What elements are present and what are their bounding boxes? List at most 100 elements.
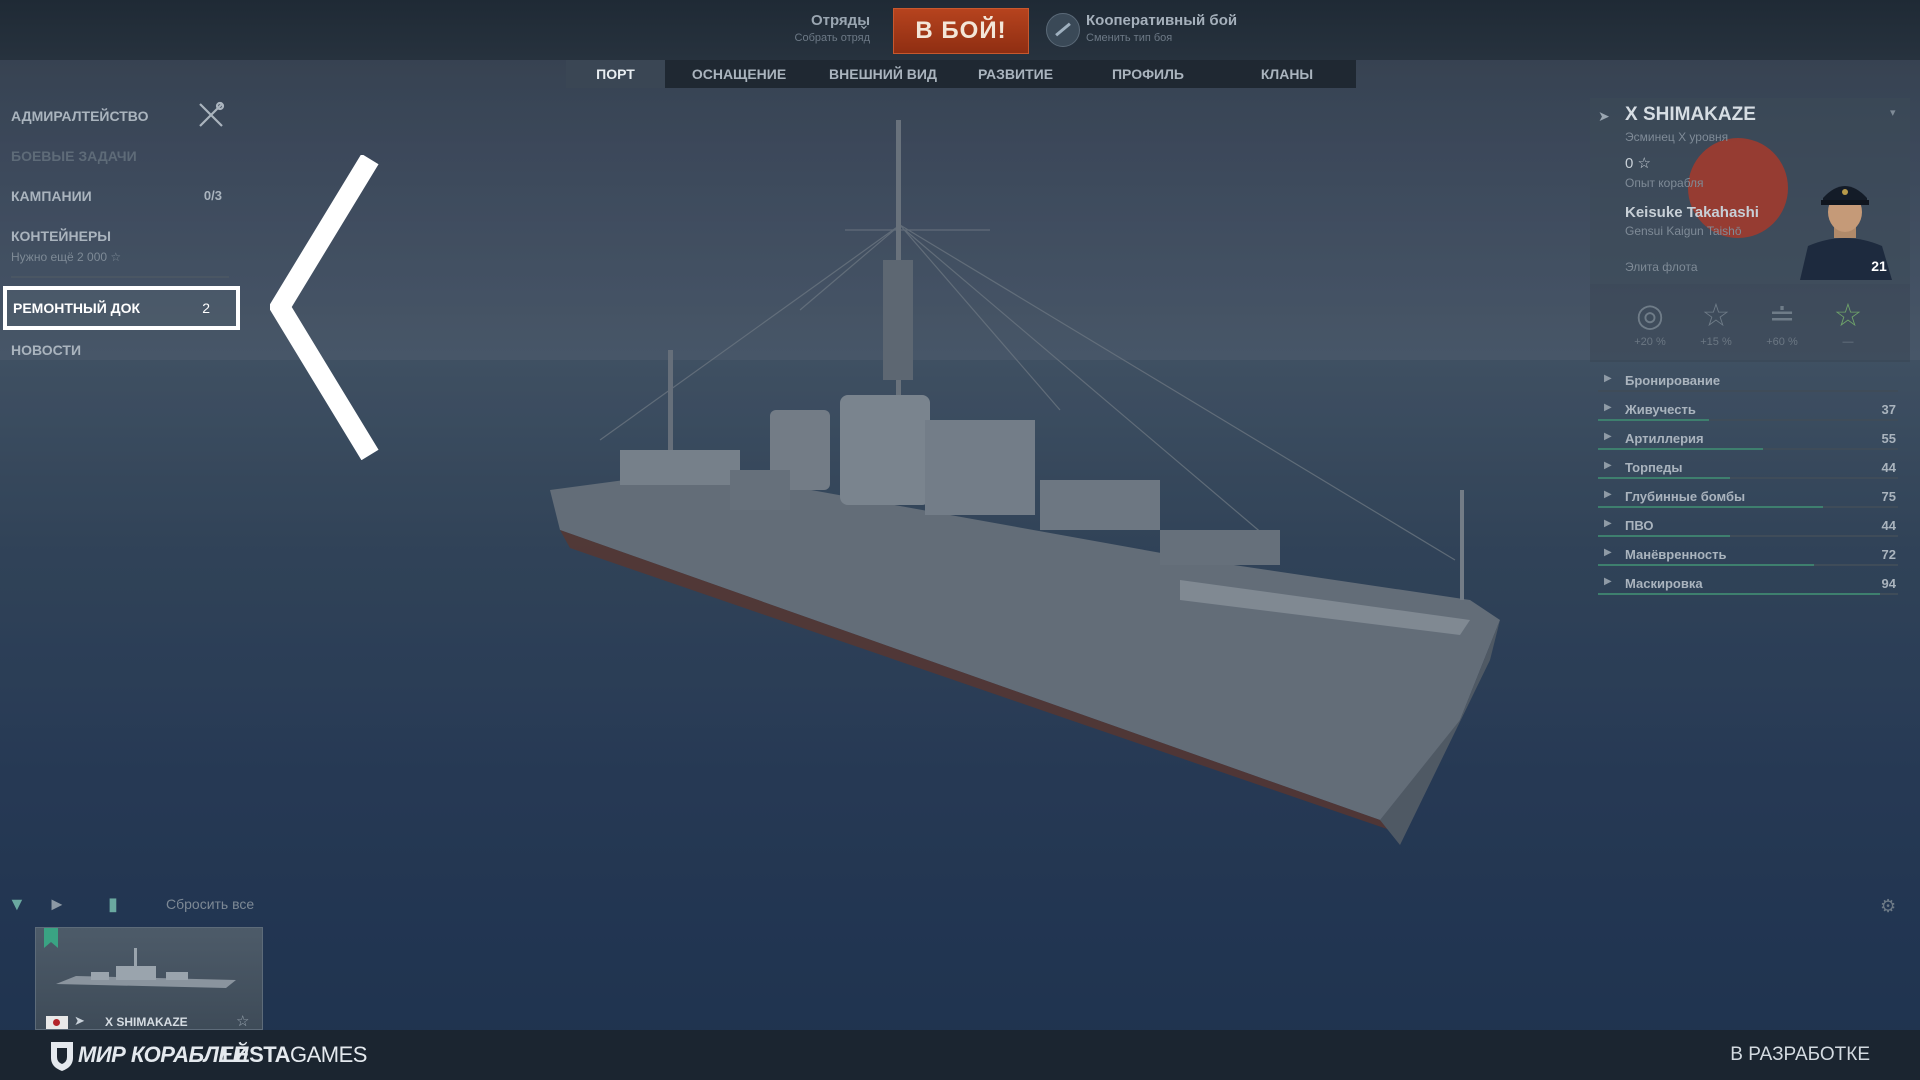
menu-combat-missions[interactable]: БОЕВЫЕ ЗАДАЧИ xyxy=(0,136,240,176)
reset-all-button[interactable]: Сбросить все xyxy=(166,896,254,912)
stat-bar xyxy=(1598,477,1898,479)
menu-repair-dock[interactable]: РЕМОНТНЫЙ ДОК 2 xyxy=(3,286,240,330)
expand-arrow-icon: ▶ xyxy=(1604,402,1612,413)
stat-row[interactable]: ▶ Маскировка 94 xyxy=(1590,569,1910,598)
credits-icon: ◎ xyxy=(1636,297,1664,333)
bonus-free-xp[interactable]: ☆ — xyxy=(1818,298,1878,348)
tab-port[interactable]: ПОРТ xyxy=(566,60,665,88)
stat-name: Живучесть xyxy=(1625,402,1696,417)
battle-type-subtitle: Сменить тип боя xyxy=(1086,32,1173,44)
gear-icon[interactable]: ⚙ xyxy=(1880,896,1896,917)
destroyer-class-icon: ➤ xyxy=(74,1013,85,1028)
expand-arrow-icon: ▶ xyxy=(1604,431,1612,442)
campaigns-count: 0/3 xyxy=(203,188,222,203)
shield-logo-icon xyxy=(51,1042,73,1071)
battle-type-icon[interactable] xyxy=(1046,13,1080,47)
stat-name: Глубинные бомбы xyxy=(1625,489,1746,504)
menu-repair-dock-label: РЕМОНТНЫЙ ДОК xyxy=(13,300,141,316)
stat-bar xyxy=(1598,593,1898,595)
tab-equipment[interactable]: ОСНАЩЕНИЕ xyxy=(665,60,813,88)
bonus-credits[interactable]: ◎ +20 % xyxy=(1620,298,1680,348)
menu-news[interactable]: НОВОСТИ xyxy=(11,330,81,370)
stat-row[interactable]: ▶ ПВО 44 xyxy=(1590,511,1910,540)
stat-bar-fill xyxy=(1598,564,1814,566)
stat-row[interactable]: ▶ Артиллерия 55 xyxy=(1590,424,1910,453)
stat-name: ПВО xyxy=(1625,518,1654,533)
commander-rank: Gensui Kaigun Taishō xyxy=(1625,224,1742,238)
stat-value: 75 xyxy=(1881,489,1896,504)
chevron-left-icon xyxy=(270,155,379,460)
squads-title: Отряды xyxy=(810,12,870,29)
tab-appearance[interactable]: ВНЕШНИЙ ВИД xyxy=(813,60,953,88)
menu-containers[interactable]: КОНТЕЙНЕРЫ Нужно ещё 2 000 ☆ xyxy=(0,216,240,280)
bonus-free-xp-value: — xyxy=(1842,336,1854,348)
menu-campaigns[interactable]: КАМПАНИИ 0/3 xyxy=(0,176,240,216)
destroyer-class-icon: ➤ xyxy=(1598,108,1610,124)
tab-profile[interactable]: ПРОФИЛЬ xyxy=(1078,60,1218,88)
ship-xp-label: Опыт корабля xyxy=(1625,176,1704,190)
menu-admiralty-label: АДМИРАЛТЕЙСТВО xyxy=(11,108,149,124)
japan-flag-icon xyxy=(46,1016,68,1029)
collapse-icon[interactable]: ▾ xyxy=(1890,106,1896,119)
stat-bar xyxy=(1598,419,1898,421)
stat-row[interactable]: ▶ Глубинные бомбы 75 xyxy=(1590,482,1910,511)
stat-row[interactable]: ▶ Живучесть 37 xyxy=(1590,395,1910,424)
battle-button[interactable]: В БОЙ! xyxy=(893,8,1029,54)
bookmark-filter-icon[interactable]: ▮ xyxy=(108,894,118,915)
stat-row[interactable]: ▶ Торпеды 44 xyxy=(1590,453,1910,482)
filter-icon[interactable]: ▼ xyxy=(8,894,26,915)
tab-clans[interactable]: КЛАНЫ xyxy=(1218,60,1356,88)
star-icon: ☆ xyxy=(236,1013,250,1030)
stat-bar xyxy=(1598,506,1898,508)
stat-bar-fill xyxy=(1598,419,1709,421)
publisher-logo-part2: GAMES xyxy=(289,1042,367,1067)
stat-name: Манёвренность xyxy=(1625,547,1727,562)
bonus-xp[interactable]: ☆ +15 % xyxy=(1686,298,1746,348)
carousel-filters: ▼ ► ▮ Сбросить все xyxy=(0,892,320,918)
containers-progress-text: Нужно ещё 2 000 ☆ xyxy=(11,250,122,264)
stat-value: 44 xyxy=(1881,460,1896,475)
commander-name[interactable]: Keisuke Takahashi xyxy=(1625,204,1759,221)
stat-bar-fill xyxy=(1598,448,1763,450)
stat-value: 44 xyxy=(1881,518,1896,533)
expand-arrow-icon: ▶ xyxy=(1604,373,1612,384)
expand-arrow-icon: ▶ xyxy=(1604,460,1612,471)
menu-campaigns-label: КАМПАНИИ xyxy=(11,188,92,204)
commander-xp-icon: ≐ xyxy=(1768,297,1796,333)
stat-bar-fill xyxy=(1598,593,1880,595)
squads-subtitle: Собрать отряд xyxy=(794,32,870,44)
ship-card[interactable]: ➤ X SHIMAKAZE ☆ xyxy=(35,927,263,1030)
stat-value: 37 xyxy=(1881,402,1896,417)
stat-row[interactable]: ▶ Бронирование xyxy=(1590,366,1910,395)
bonus-commander-xp[interactable]: ≐ +60 % xyxy=(1752,298,1812,348)
stat-row[interactable]: ▶ Манёвренность 72 xyxy=(1590,540,1910,569)
ship-xp: 0 ☆ xyxy=(1625,155,1651,172)
expand-arrow-icon: ▶ xyxy=(1604,489,1612,500)
elite-label: Элита флота xyxy=(1625,260,1698,274)
battle-type-selector[interactable]: Кооперативный бой Сменить тип боя xyxy=(1086,12,1237,44)
publisher-logo: LESTAGAMES xyxy=(222,1042,367,1068)
expand-arrow-icon: ▶ xyxy=(1604,518,1612,529)
dev-status-label: В РАЗРАБОТКЕ xyxy=(1730,1044,1870,1065)
chevron-down-icon[interactable]: ⌄ xyxy=(858,16,870,33)
tab-development[interactable]: РАЗВИТИЕ xyxy=(953,60,1078,88)
stat-bar-fill xyxy=(1598,535,1730,537)
destroyer-filter-icon[interactable]: ► xyxy=(48,894,66,915)
containers-progress-bar xyxy=(11,276,229,278)
ship-card-image xyxy=(56,948,236,988)
bonus-xp-value: +15 % xyxy=(1700,336,1732,348)
stat-value: 72 xyxy=(1881,547,1896,562)
stat-value: 94 xyxy=(1881,576,1896,591)
stat-name: Артиллерия xyxy=(1625,431,1704,446)
repair-dock-count: 2 xyxy=(202,300,210,316)
stat-name: Бронирование xyxy=(1625,373,1721,388)
commander-points-badge: 21 xyxy=(1871,258,1887,274)
stat-bar-fill xyxy=(1598,477,1730,479)
stat-bar xyxy=(1598,448,1898,450)
squads-button[interactable]: Отряды Собрать отряд xyxy=(760,12,870,44)
top-bar: Отряды Собрать отряд ⌄ В БОЙ! Кооператив… xyxy=(0,0,1920,60)
battle-type-title: Кооперативный бой xyxy=(1086,12,1238,29)
ship-info-panel: ➤ X SHIMAKAZE ▾ Эсминец X уровня 0 ☆ Опы… xyxy=(1590,98,1910,284)
stat-value: 55 xyxy=(1881,431,1896,446)
stat-name: Маскировка xyxy=(1625,576,1703,591)
